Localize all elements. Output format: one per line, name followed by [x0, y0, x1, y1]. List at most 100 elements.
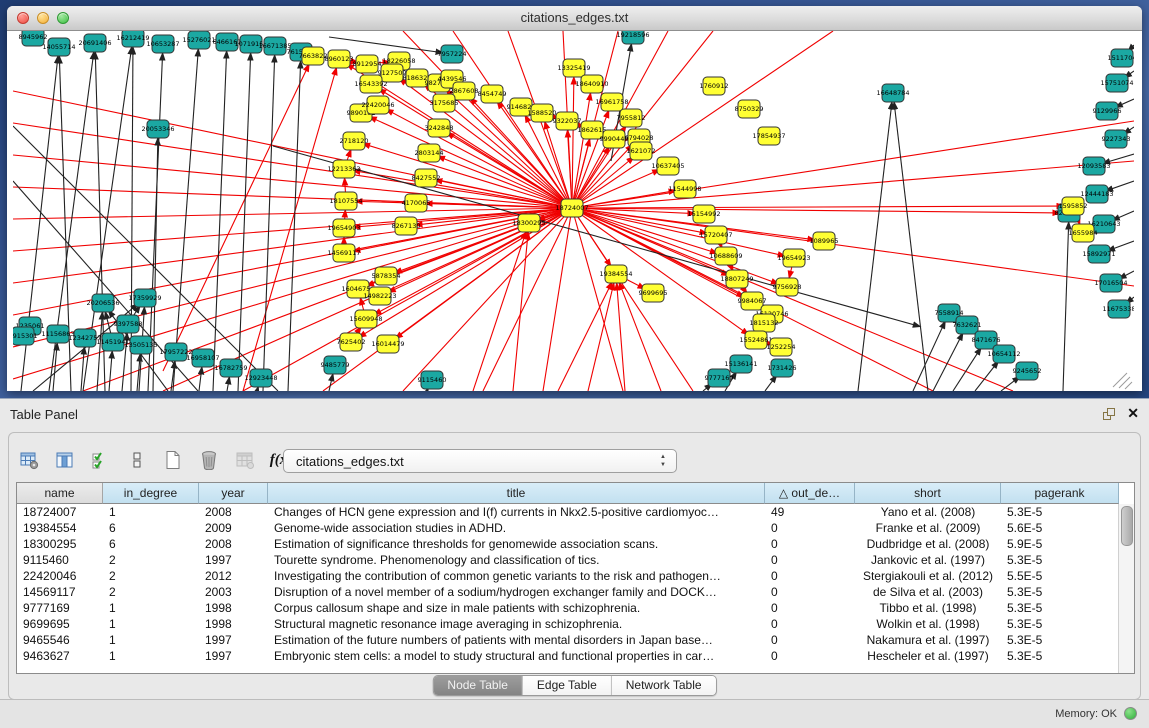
graph-edge[interactable]	[13, 208, 572, 251]
resize-grip[interactable]	[1113, 373, 1132, 389]
graph-node[interactable]: 20053346	[141, 120, 174, 138]
column-header-out_de[interactable]: △ out_de…	[765, 483, 855, 504]
float-window-icon[interactable]	[1101, 406, 1117, 422]
graph-node[interactable]: 12093583	[1077, 157, 1110, 175]
graph-node[interactable]: 9777169	[705, 369, 734, 387]
table-row[interactable]: 1830029562008Estimation of significance …	[17, 536, 1134, 552]
graph-edge[interactable]	[329, 375, 333, 391]
graph-node[interactable]: 3915301	[13, 327, 37, 345]
graph-node[interactable]: 10653287	[146, 35, 179, 53]
graph-node[interactable]: 9699695	[639, 284, 668, 302]
graph-edge[interactable]	[572, 208, 623, 391]
graph-node[interactable]: 16014479	[371, 335, 404, 353]
graph-edge[interactable]	[513, 233, 528, 391]
graph-node[interactable]: 14569117	[327, 244, 360, 262]
graph-node[interactable]: 5878354	[372, 267, 401, 285]
graph-node[interactable]: 7625402	[337, 333, 366, 351]
graph-node[interactable]: 11675338	[1102, 300, 1134, 318]
graph-node[interactable]: 7663822	[299, 47, 328, 65]
graph-node[interactable]: 15276021	[182, 31, 215, 49]
graph-node[interactable]: 1089965	[810, 232, 839, 250]
graph-edge[interactable]	[894, 103, 928, 391]
graph-edge[interactable]	[572, 206, 1063, 208]
table-row[interactable]: 946554611997Estimation of the future num…	[17, 632, 1134, 648]
graph-node[interactable]: 4170065	[402, 194, 431, 212]
graph-node[interactable]: 12444183	[1080, 185, 1113, 203]
graph-edge[interactable]	[438, 157, 572, 208]
graph-node[interactable]: 15751074	[1100, 74, 1133, 92]
graph-edge[interactable]	[53, 344, 57, 391]
graph-node[interactable]: 18640910	[575, 75, 608, 93]
graph-node[interactable]: 8267130	[392, 217, 421, 235]
graph-edge[interactable]	[572, 78, 574, 208]
graph-node[interactable]: 8454749	[478, 85, 507, 103]
graph-node[interactable]: 1595852	[1059, 197, 1088, 215]
column-header-year[interactable]: year	[199, 483, 268, 504]
graph-node[interactable]: 9397588	[114, 315, 143, 333]
table-row[interactable]: 1938455462009Genome-wide association stu…	[17, 520, 1134, 536]
graph-node[interactable]: 16961758	[595, 93, 628, 111]
graph-node[interactable]: 3175685	[430, 94, 459, 112]
select-all-columns-icon[interactable]	[90, 449, 112, 471]
graph-node[interactable]: 2718120	[340, 132, 369, 150]
graph-edge[interactable]	[858, 103, 892, 391]
table-row[interactable]: 1872400712008Changes of HCN gene express…	[17, 504, 1134, 520]
table-row[interactable]: 977716911998Corpus callosum shape and si…	[17, 600, 1134, 616]
close-panel-icon[interactable]: ✕	[1127, 405, 1139, 422]
graph-node[interactable]: 1760912	[700, 77, 729, 95]
graph-node[interactable]: 17854937	[752, 127, 785, 145]
graph-node[interactable]: 1815132	[750, 314, 779, 332]
graph-node[interactable]: 9115460	[418, 371, 447, 389]
network-canvas[interactable]: 8945962140557142069140616212419106532871…	[7, 31, 1142, 391]
graph-node[interactable]: 1621072	[627, 142, 656, 160]
graph-node[interactable]: 19218596	[616, 31, 649, 44]
graph-edge[interactable]	[227, 378, 229, 391]
graph-edge[interactable]	[473, 232, 526, 391]
graph-edge[interactable]	[238, 54, 251, 391]
table-row[interactable]: 1456911722003Disruption of a novel membe…	[17, 584, 1134, 600]
graph-node[interactable]: 18300295	[512, 214, 545, 232]
graph-edge[interactable]	[765, 376, 776, 391]
table-row[interactable]: 969969511998Structural magnetic resonanc…	[17, 616, 1134, 632]
column-header-title[interactable]: title	[268, 483, 765, 504]
graph-node[interactable]: 7957224	[438, 45, 467, 63]
graph-edge[interactable]	[572, 208, 1059, 213]
graph-node[interactable]: 18107554	[329, 192, 362, 210]
graph-node[interactable]: 11544998	[668, 180, 701, 198]
graph-edge[interactable]	[263, 56, 275, 391]
graph-node[interactable]: 19654903	[327, 219, 360, 237]
column-header-in_degree[interactable]: in_degree	[103, 483, 199, 504]
graph-node[interactable]: 3242848	[425, 119, 454, 137]
table-select-dropdown[interactable]: citations_edges.txt ▲▼	[283, 449, 677, 473]
delete-table-icon[interactable]	[198, 449, 220, 471]
scrollbar-thumb[interactable]	[1121, 506, 1133, 546]
graph-node[interactable]: 8960123	[325, 50, 354, 68]
graph-edge[interactable]	[913, 322, 945, 391]
tab-network-table[interactable]: Network Table	[611, 676, 716, 695]
column-header-pagerank[interactable]: pagerank	[1001, 483, 1119, 504]
table-row[interactable]: 2242004622012Investigating the contribut…	[17, 568, 1134, 584]
column-header-name[interactable]: name	[17, 483, 103, 504]
graph-node[interactable]: 1252254	[767, 338, 796, 356]
graph-edge[interactable]	[572, 208, 1134, 286]
graph-node[interactable]: 7955812	[617, 109, 646, 127]
graph-node[interactable]: 9227343	[1102, 130, 1131, 148]
graph-edge[interactable]	[558, 283, 612, 391]
table-row[interactable]: 911546021997Tourette syndrome. Phenomeno…	[17, 552, 1134, 568]
tab-edge-table[interactable]: Edge Table	[522, 676, 611, 695]
graph-edge[interactable]	[1063, 223, 1069, 391]
graph-edge[interactable]	[163, 65, 309, 371]
graph-node[interactable]: 1511704	[1108, 49, 1134, 67]
graph-edge[interactable]	[109, 352, 112, 391]
graph-node[interactable]: 10637405	[651, 157, 684, 175]
show-columns-button[interactable]	[54, 449, 76, 471]
graph-node[interactable]: 9756928	[773, 278, 802, 296]
graph-node[interactable]: 1731426	[768, 359, 797, 377]
column-header-short[interactable]: short	[855, 483, 1001, 504]
graph-edge[interactable]	[257, 388, 258, 391]
graph-edge[interactable]	[953, 348, 981, 391]
graph-node[interactable]: 16212419	[116, 31, 149, 47]
graph-node[interactable]: 2803144	[415, 144, 444, 162]
graph-edge[interactable]	[1113, 211, 1134, 220]
graph-edge[interactable]	[288, 62, 301, 391]
